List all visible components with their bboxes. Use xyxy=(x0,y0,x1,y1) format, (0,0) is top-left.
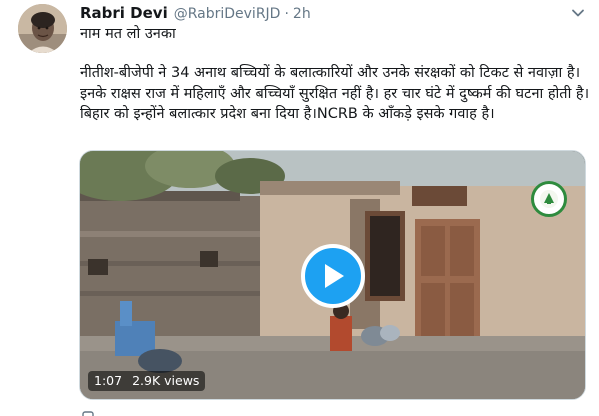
party-logo-icon xyxy=(531,181,567,217)
reply-icon[interactable] xyxy=(80,406,120,416)
tweet-header: Rabri Devi @RabriDeviRJD · 2h xyxy=(80,4,311,24)
author-name[interactable]: Rabri Devi xyxy=(80,4,168,22)
chevron-down-icon[interactable] xyxy=(569,4,587,22)
video-player[interactable]: 1:07 2.9K views xyxy=(79,150,586,400)
video-meta: 1:07 2.9K views xyxy=(88,371,206,391)
avatar[interactable] xyxy=(18,4,67,53)
timestamp[interactable]: 2h xyxy=(293,6,311,22)
avatar-image xyxy=(18,4,67,53)
play-button[interactable] xyxy=(301,244,365,308)
separator-dot: · xyxy=(284,6,289,22)
play-icon xyxy=(325,264,344,288)
author-handle[interactable]: @RabriDeviRJD xyxy=(174,6,281,22)
video-duration: 1:07 xyxy=(94,373,123,388)
tweet-text-body: नीतीश-बीजेपी ने 34 अनाथ बच्चियों के बलात… xyxy=(80,65,590,122)
tweet-text-line1: नाम मत लो उनका xyxy=(80,26,176,42)
video-views: 2.9K views xyxy=(132,373,200,388)
tweet: Rabri Devi @RabriDeviRJD · 2h नाम मत लो … xyxy=(0,0,599,416)
